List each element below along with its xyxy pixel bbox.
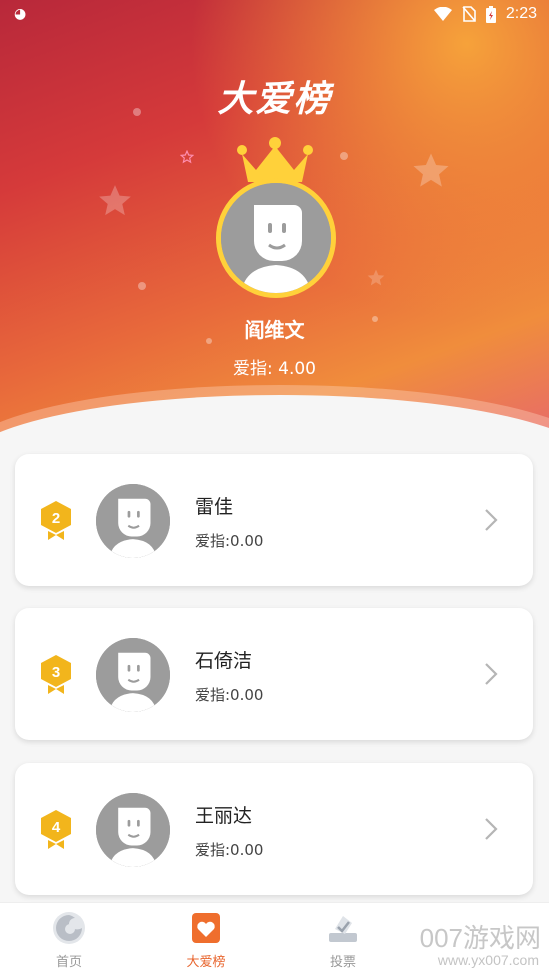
user-avatar [96,484,170,558]
crown-icon [237,137,313,182]
default-avatar-icon [96,484,170,558]
tab-label: 投票 [329,955,356,970]
user-name: 雷佳 [195,496,234,518]
user-avatar [96,793,170,867]
sparkle-dot [340,152,348,160]
star-decoration-icon [367,269,385,286]
ranking-card[interactable]: 3 石倚洁 爱指:0.00 [15,608,533,740]
page-title: 大爱榜 [217,79,332,120]
chevron-right-icon [485,509,498,531]
default-avatar-icon [96,638,170,712]
media-icon: ◕ [14,6,27,22]
top-user-avatar[interactable] [216,178,336,298]
user-score: 爱指:0.00 [195,686,264,704]
default-avatar-icon [221,183,331,293]
default-avatar-icon [96,793,170,867]
rank-number: 4 [52,819,61,836]
top-user-score: 爱指: 4.00 [233,359,316,379]
tab-vote[interactable]: 投票 [288,911,398,970]
rank-badge-icon: 3 [41,655,71,694]
status-time: 2:23 [505,5,537,22]
rank-badge-icon: 2 [41,501,71,540]
no-sim-icon [462,6,476,22]
rank-number: 3 [52,664,60,681]
star-decoration-icon [99,185,131,216]
tab-label: 首页 [55,955,82,970]
user-name: 王丽达 [195,805,253,827]
heart-card-icon [192,913,220,943]
star-outline-icon [180,150,194,164]
chevron-right-icon [485,818,498,840]
rank-badge-icon: 4 [41,810,71,849]
home-icon [53,912,85,944]
chevron-right-icon [485,663,498,685]
hero-banner: ◕ 2:23 大爱榜 阎维文 爱指: 4.00 [0,0,549,440]
watermark-url: www.yx007.com [437,952,539,968]
user-score: 爱指:0.00 [195,841,264,859]
user-name: 石倚洁 [195,650,253,672]
watermark-text: 007游戏网 [419,923,541,953]
tab-ranking[interactable]: 大爱榜 [151,911,261,970]
vote-icon [329,916,357,942]
top-user-name: 阎维文 [244,318,305,342]
tab-home[interactable]: 首页 [14,911,124,970]
rank-number: 2 [52,510,60,527]
ranking-card[interactable]: 2 雷佳 爱指:0.00 [15,454,533,586]
star-decoration-icon [413,153,449,187]
sparkle-dot [138,282,146,290]
user-score: 爱指:0.00 [195,532,264,550]
wifi-icon [433,7,452,21]
user-avatar [96,638,170,712]
tab-label: 大爱榜 [186,955,226,970]
ranking-card[interactable]: 4 王丽达 爱指:0.00 [15,763,533,895]
status-bar: ◕ 2:23 [0,0,549,32]
battery-icon [485,5,496,23]
